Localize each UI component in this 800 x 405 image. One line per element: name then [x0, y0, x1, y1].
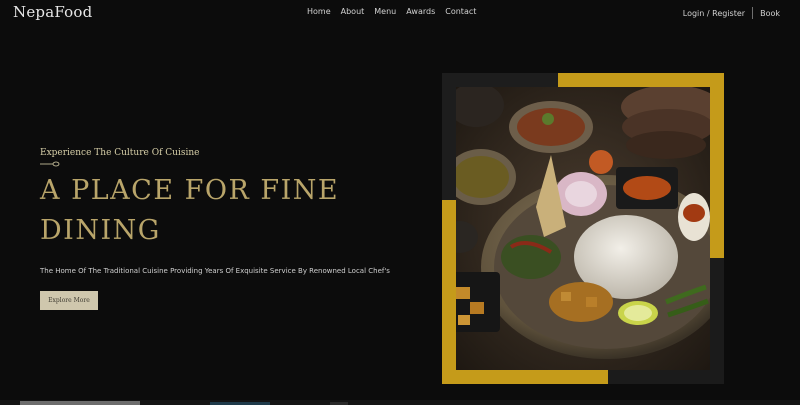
hero-subtext: The Home Of The Traditional Cuisine Prov…	[40, 267, 390, 275]
brand-logo[interactable]: NepaFood	[13, 3, 92, 21]
nav-link-contact[interactable]: Contact	[445, 7, 476, 16]
main-nav: Home About Menu Awards Contact	[307, 7, 476, 16]
page: NepaFood Home About Menu Awards Contact …	[0, 0, 800, 405]
food-photo-illustration	[456, 87, 710, 370]
nav-link-awards[interactable]: Awards	[406, 7, 435, 16]
nav-divider	[752, 7, 754, 19]
hero-headline: A PLACE FOR FINE DINING	[40, 171, 339, 251]
bottom-taskbar	[0, 400, 800, 405]
book-link[interactable]: Book	[760, 9, 780, 18]
nav-link-about[interactable]: About	[341, 7, 365, 16]
fork-icon	[40, 161, 60, 167]
food-photo	[456, 87, 710, 370]
nav-link-menu[interactable]: Menu	[374, 7, 396, 16]
nav-link-home[interactable]: Home	[307, 7, 331, 16]
login-register-link[interactable]: Login / Register	[683, 9, 745, 18]
hero-eyebrow: Experience The Culture Of Cuisine	[40, 148, 200, 158]
explore-more-button[interactable]: Explore More	[40, 291, 98, 310]
hero-headline-line1: A PLACE FOR FINE	[40, 175, 340, 206]
taskbar-item[interactable]	[20, 401, 140, 405]
account-nav: Login / Register Book	[683, 7, 780, 19]
hero-headline-line2: DINING	[40, 215, 161, 246]
